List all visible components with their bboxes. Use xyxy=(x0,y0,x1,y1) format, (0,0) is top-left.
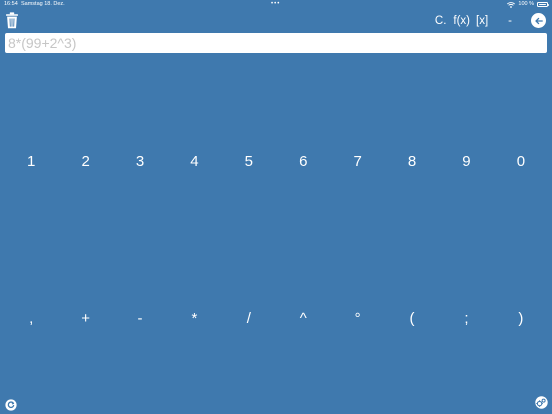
trash-icon[interactable] xyxy=(5,12,19,29)
key-degree[interactable]: ° xyxy=(330,310,384,327)
status-time: 16:54 xyxy=(4,1,18,7)
key-8[interactable]: 8 xyxy=(385,153,439,170)
key-power[interactable]: ^ xyxy=(276,310,330,327)
variable-button[interactable]: [x] xyxy=(476,15,488,27)
operator-keys-row: , + - * / ^ ° ( ; ) xyxy=(4,310,548,327)
key-semicolon[interactable]: ; xyxy=(439,310,493,327)
key-1[interactable]: 1 xyxy=(4,153,58,170)
key-3[interactable]: 3 xyxy=(113,153,167,170)
key-5[interactable]: 5 xyxy=(222,153,276,170)
key-9[interactable]: 9 xyxy=(439,153,493,170)
arrow-left-circle-icon[interactable] xyxy=(531,13,546,28)
wifi-icon xyxy=(507,1,516,8)
status-bar: 16:54 Samstag 18. Dez. ••• 100 % xyxy=(0,0,552,9)
function-button[interactable]: f(x) xyxy=(453,15,470,27)
key-open-paren[interactable]: ( xyxy=(385,310,439,327)
minus-toolbar-button[interactable]: - xyxy=(508,15,512,27)
multitasking-dots[interactable]: ••• xyxy=(271,0,280,9)
key-close-paren[interactable]: ) xyxy=(494,310,548,327)
key-plus[interactable]: + xyxy=(58,310,112,327)
battery-percent: 100 % xyxy=(518,1,534,7)
key-divide[interactable]: / xyxy=(222,310,276,327)
battery-icon xyxy=(537,2,549,7)
digit-keys-row: 1 2 3 4 5 6 7 8 9 0 xyxy=(4,153,548,170)
expression-input[interactable] xyxy=(5,33,547,53)
status-date: Samstag 18. Dez. xyxy=(21,1,65,7)
key-7[interactable]: 7 xyxy=(330,153,384,170)
key-minus[interactable]: - xyxy=(113,310,167,327)
key-multiply[interactable]: * xyxy=(167,310,221,327)
status-right: 100 % xyxy=(507,0,549,9)
key-0[interactable]: 0 xyxy=(494,153,548,170)
key-comma[interactable]: , xyxy=(4,310,58,327)
refresh-circle-icon[interactable] xyxy=(5,398,17,411)
key-2[interactable]: 2 xyxy=(58,153,112,170)
settings-badge-icon[interactable] xyxy=(535,396,548,409)
key-4[interactable]: 4 xyxy=(167,153,221,170)
calculator-screen: 16:54 Samstag 18. Dez. ••• 100 % C. f(x)… xyxy=(0,0,552,414)
key-6[interactable]: 6 xyxy=(276,153,330,170)
toolbar-right: C. f(x) [x] - xyxy=(435,12,546,29)
clear-button[interactable]: C. xyxy=(435,15,447,27)
